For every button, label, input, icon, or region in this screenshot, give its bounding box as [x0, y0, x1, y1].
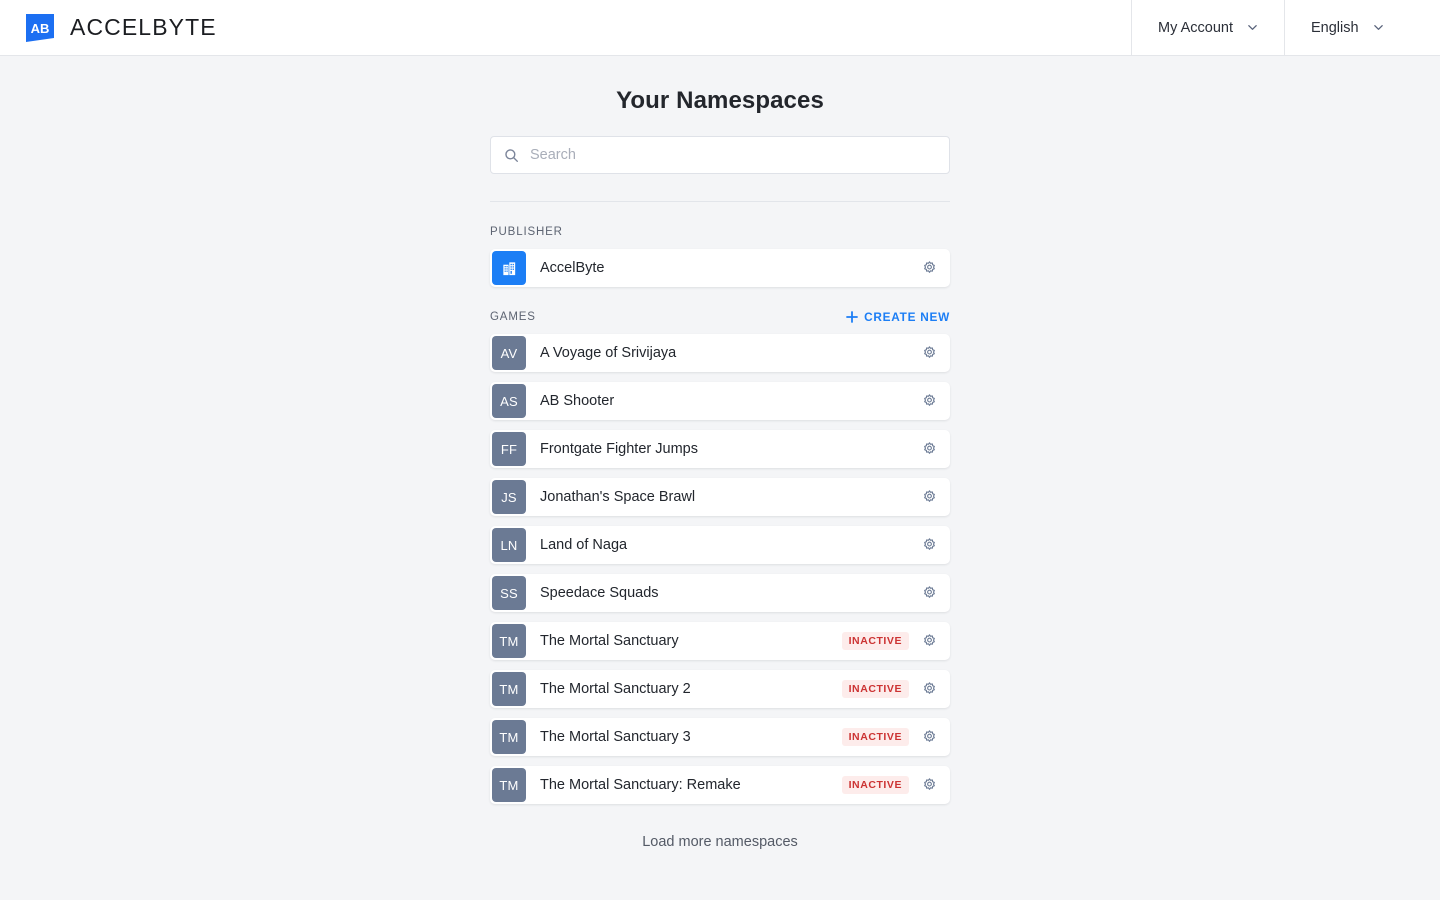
- namespace-row[interactable]: TM The Mortal Sanctuary INACTIVE: [490, 622, 950, 660]
- namespace-name: Speedace Squads: [540, 585, 659, 601]
- building-icon: [502, 261, 515, 275]
- namespace-avatar: TM: [492, 672, 526, 706]
- publisher-section-header: PUBLISHER: [490, 224, 950, 240]
- publisher-avatar: [492, 251, 526, 285]
- namespace-name: Land of Naga: [540, 537, 628, 553]
- namespace-row[interactable]: JS Jonathan's Space Brawl: [490, 478, 950, 516]
- language-menu-label: English: [1311, 19, 1359, 36]
- namespace-avatar: TM: [492, 624, 526, 658]
- gear-icon[interactable]: [921, 585, 938, 602]
- status-badge: INACTIVE: [841, 776, 909, 794]
- namespace-row[interactable]: TM The Mortal Sanctuary: Remake INACTIVE: [490, 766, 950, 804]
- brand[interactable]: AB ACCELBYTE: [0, 0, 1131, 55]
- language-menu[interactable]: English: [1284, 0, 1440, 55]
- gear-icon[interactable]: [921, 633, 938, 650]
- publisher-section-label: PUBLISHER: [490, 226, 563, 238]
- gear-icon[interactable]: [921, 537, 938, 554]
- namespace-name: Jonathan's Space Brawl: [540, 489, 696, 505]
- publisher-row[interactable]: AccelByte: [490, 249, 950, 287]
- search-box[interactable]: [490, 136, 950, 174]
- games-section-header: GAMES CREATE NEW: [490, 309, 950, 325]
- publisher-name: AccelByte: [540, 260, 605, 276]
- namespace-name: The Mortal Sanctuary: [540, 633, 679, 649]
- namespace-row[interactable]: FF Frontgate Fighter Jumps: [490, 430, 950, 468]
- chevron-down-icon: [1373, 22, 1384, 33]
- accelbyte-logo-icon: AB: [24, 12, 56, 44]
- games-list: AV A Voyage of Srivijaya AS AB Shooter FF Fro…: [490, 334, 950, 804]
- create-new-button[interactable]: CREATE NEW: [846, 310, 950, 324]
- publisher-list: AccelByte: [490, 249, 950, 287]
- account-menu-label: My Account: [1158, 19, 1233, 36]
- plus-icon: [846, 311, 858, 323]
- gear-icon[interactable]: [921, 441, 938, 458]
- namespace-avatar: JS: [492, 480, 526, 514]
- main-content: Your Namespaces PUBLISHER AccelByte GAME…: [490, 56, 950, 850]
- status-badge: INACTIVE: [841, 632, 909, 650]
- namespace-avatar: TM: [492, 768, 526, 802]
- namespace-row[interactable]: SS Speedace Squads: [490, 574, 950, 612]
- divider: [490, 201, 950, 202]
- brand-name: ACCELBYTE: [70, 14, 217, 40]
- header-right: My Account English: [1131, 0, 1440, 55]
- namespace-name: The Mortal Sanctuary 3: [540, 729, 691, 745]
- status-badge: INACTIVE: [841, 728, 909, 746]
- gear-icon[interactable]: [921, 681, 938, 698]
- gear-icon[interactable]: [921, 260, 938, 277]
- namespace-name: The Mortal Sanctuary 2: [540, 681, 691, 697]
- namespace-avatar: AS: [492, 384, 526, 418]
- games-section-label: GAMES: [490, 311, 536, 323]
- namespace-name: A Voyage of Srivijaya: [540, 345, 677, 361]
- namespace-row[interactable]: AS AB Shooter: [490, 382, 950, 420]
- search-input[interactable]: [530, 137, 949, 173]
- namespace-row[interactable]: TM The Mortal Sanctuary 3 INACTIVE: [490, 718, 950, 756]
- namespace-row[interactable]: LN Land of Naga: [490, 526, 950, 564]
- namespace-row[interactable]: AV A Voyage of Srivijaya: [490, 334, 950, 372]
- svg-text:AB: AB: [31, 21, 50, 36]
- gear-icon[interactable]: [921, 489, 938, 506]
- namespace-avatar: AV: [492, 336, 526, 370]
- account-menu[interactable]: My Account: [1131, 0, 1284, 55]
- status-badge: INACTIVE: [841, 680, 909, 698]
- namespace-name: The Mortal Sanctuary: Remake: [540, 777, 741, 793]
- namespace-avatar: TM: [492, 720, 526, 754]
- page-title: Your Namespaces: [616, 87, 824, 114]
- create-new-label: CREATE NEW: [864, 310, 950, 324]
- namespace-name: Frontgate Fighter Jumps: [540, 441, 698, 457]
- namespace-name: AB Shooter: [540, 393, 615, 409]
- namespace-avatar: LN: [492, 528, 526, 562]
- namespace-avatar: SS: [492, 576, 526, 610]
- page-root: AB ACCELBYTE My Account English Your Nam…: [0, 0, 1440, 850]
- gear-icon[interactable]: [921, 729, 938, 746]
- load-more-button[interactable]: Load more namespaces: [490, 834, 950, 850]
- app-header: AB ACCELBYTE My Account English: [0, 0, 1440, 56]
- gear-icon[interactable]: [921, 345, 938, 362]
- search-icon: [504, 148, 519, 163]
- gear-icon[interactable]: [921, 777, 938, 794]
- chevron-down-icon: [1247, 22, 1258, 33]
- namespace-avatar: FF: [492, 432, 526, 466]
- namespace-row[interactable]: TM The Mortal Sanctuary 2 INACTIVE: [490, 670, 950, 708]
- gear-icon[interactable]: [921, 393, 938, 410]
